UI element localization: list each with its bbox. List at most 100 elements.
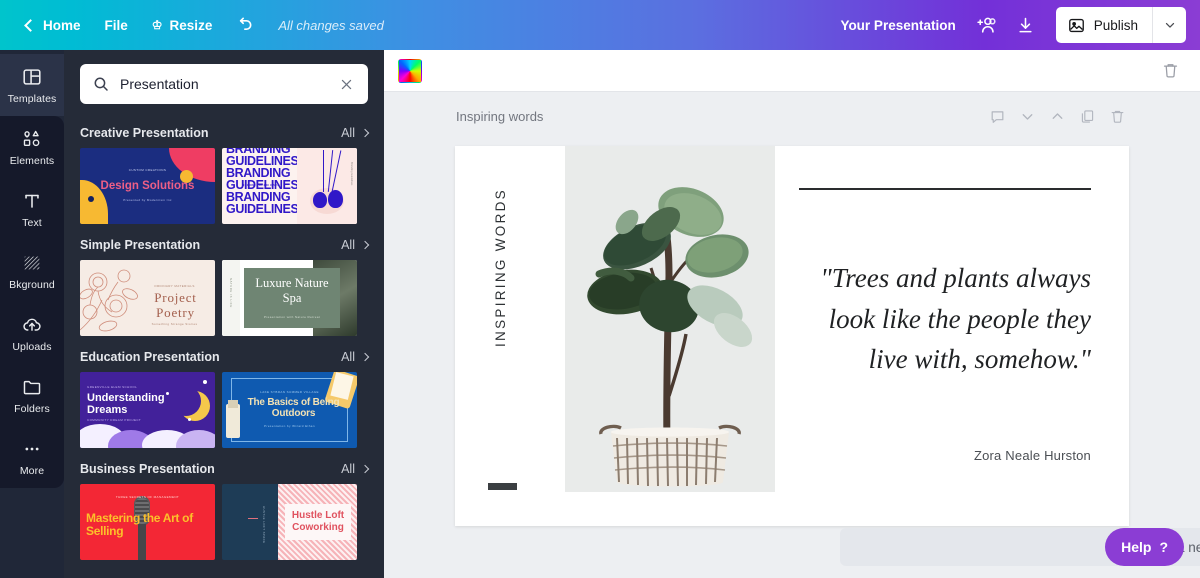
thumbnail-row: GREENVILLE ELEM SCHOOL Understanding Dre…: [80, 372, 368, 448]
thumbnail-footer: Presentation with Nature Retreat: [248, 315, 336, 319]
resize-button[interactable]: ♔ Resize: [140, 11, 225, 40]
sidebar-item-more[interactable]: More: [0, 426, 64, 488]
sidebar-label-templates: Templates: [8, 93, 57, 105]
see-all-label: All: [341, 462, 355, 476]
download-button[interactable]: [1006, 7, 1046, 43]
template-panel: Creative Presentation All CUSTOM CREATIO…: [64, 50, 384, 578]
thumbnail-row: ORDINARY MATERIALS Project Poetry Someth…: [80, 260, 368, 336]
chevron-left-icon: [24, 19, 37, 32]
canvas-area: Inspiring words: [384, 92, 1200, 578]
category-header: Creative Presentation All: [80, 126, 368, 140]
resize-label: Resize: [170, 18, 213, 33]
chevron-right-icon: [361, 465, 369, 473]
category-title: Simple Presentation: [80, 238, 200, 252]
search-box[interactable]: [80, 64, 368, 104]
template-thumbnail[interactable]: BRANDINGGUIDELINESBRANDINGGUIDELINESBRAN…: [222, 148, 357, 224]
sidebar-item-uploads[interactable]: Uploads: [0, 302, 64, 364]
page-title[interactable]: Inspiring words: [456, 109, 543, 124]
plant-photo-illustration: [565, 146, 775, 492]
templates-icon: [21, 66, 43, 88]
publish-button[interactable]: Publish: [1056, 7, 1152, 43]
toolbar-delete-button[interactable]: [1155, 55, 1186, 86]
category-title: Creative Presentation: [80, 126, 209, 140]
slide-author-text[interactable]: Zora Neale Hurston: [785, 448, 1091, 463]
save-status-text: All changes saved: [278, 18, 384, 33]
document-title[interactable]: Your Presentation: [830, 11, 965, 40]
template-category-list[interactable]: Creative Presentation All CUSTOM CREATIO…: [64, 112, 384, 578]
folder-icon: [21, 376, 43, 398]
move-page-up-button[interactable]: [1044, 104, 1070, 128]
publish-button-group: Publish: [1056, 7, 1186, 43]
background-icon: [21, 252, 43, 274]
category-see-all-link[interactable]: All: [341, 462, 368, 476]
undo-arrow-icon: [234, 15, 254, 35]
thumbnail-title: Mastering the Art of Selling: [86, 512, 204, 538]
home-button[interactable]: Home: [14, 11, 93, 40]
file-label: File: [105, 18, 128, 33]
file-menu-button[interactable]: File: [93, 11, 140, 40]
sidebar-label-folders: Folders: [14, 403, 50, 415]
editor-area: Inspiring words: [384, 50, 1200, 578]
thumbnail-title: The Basics of Being Outdoors: [240, 398, 347, 420]
trash-icon: [1161, 61, 1180, 80]
undo-button[interactable]: [224, 8, 264, 42]
add-collaborator-button[interactable]: [966, 7, 1006, 43]
delete-page-button[interactable]: [1104, 104, 1130, 128]
help-button[interactable]: Help ?: [1105, 528, 1184, 566]
close-icon: [339, 77, 354, 92]
thumbnail-title: Luxure Nature Spa: [248, 276, 336, 306]
slide-vertical-label[interactable]: INSPIRING WORDS: [493, 188, 508, 347]
help-label: Help: [1121, 539, 1151, 555]
color-picker-swatch[interactable]: [398, 59, 422, 83]
category-see-all-link[interactable]: All: [341, 126, 368, 140]
category-see-all-link[interactable]: All: [341, 350, 368, 364]
duplicate-icon: [1079, 108, 1096, 125]
search-input[interactable]: [120, 76, 327, 92]
text-icon: [21, 190, 43, 212]
move-page-down-button[interactable]: [1014, 104, 1040, 128]
category-see-all-link[interactable]: All: [341, 238, 368, 252]
slide-canvas[interactable]: INSPIRING WORDS: [455, 146, 1129, 526]
thumbnail-eyebrow: ORDINARY MATERIALS: [140, 284, 209, 288]
sidebar-item-background[interactable]: Bkground: [0, 240, 64, 302]
template-thumbnail[interactable]: GREENVILLE ELEM SCHOOL Understanding Dre…: [80, 372, 215, 448]
template-thumbnail[interactable]: NATURE IS LIFE Luxure Nature Spa Present…: [222, 260, 357, 336]
category-header: Business Presentation All: [80, 462, 368, 476]
see-all-label: All: [341, 126, 355, 140]
thumbnail-eyebrow: BLOOM SALON CAFE: [242, 183, 280, 187]
chevron-right-icon: [361, 241, 369, 249]
slide-divider-rule: [799, 188, 1091, 190]
thumbnail-title: Design Solutions: [80, 180, 215, 192]
sidebar-item-text[interactable]: Text: [0, 178, 64, 240]
thumbnail-footer: Presented by Modernism Inc: [80, 198, 215, 202]
thumbnail-eyebrow: NATURE IS LIFE: [229, 278, 233, 308]
chevron-down-icon: [1163, 18, 1177, 32]
duplicate-page-button[interactable]: [1074, 104, 1100, 128]
category-header: Education Presentation All: [80, 350, 368, 364]
add-collaborator-icon: [975, 14, 997, 36]
sidebar-item-folders[interactable]: Folders: [0, 364, 64, 426]
sidebar-item-elements[interactable]: Elements: [0, 116, 64, 178]
thumbnail-title: Hustle Loft Coworking: [287, 510, 349, 534]
slide-quote-text[interactable]: "Trees and plants always look like the p…: [785, 258, 1091, 380]
template-thumbnail[interactable]: LAKE SYBRAN SUMMER VILLAGE The Basics of…: [222, 372, 357, 448]
template-thumbnail[interactable]: THREE SECRETS OF MANAGEMENT Mastering th…: [80, 484, 215, 560]
sidebar-item-templates[interactable]: Templates: [0, 54, 64, 116]
template-thumbnail[interactable]: ORDINARY MATERIALS Project Poetry Someth…: [80, 260, 215, 336]
see-all-label: All: [341, 350, 355, 364]
chevron-right-icon: [361, 129, 369, 137]
comment-button[interactable]: [984, 104, 1010, 128]
sidebar-label-background: Bkground: [9, 279, 55, 291]
header-left-group: Home File ♔ Resize All changes saved: [0, 8, 384, 42]
more-dots-icon: [21, 438, 43, 460]
see-all-label: All: [341, 238, 355, 252]
home-label: Home: [43, 18, 81, 33]
slide-photo[interactable]: [565, 146, 775, 492]
template-thumbnail[interactable]: HUSTLE LOFT SPACE Hustle Loft Coworking: [222, 484, 357, 560]
thumbnail-title: Branding Guidelines: [350, 162, 353, 185]
publish-dropdown-button[interactable]: [1152, 7, 1186, 43]
thumbnail-row: THREE SECRETS OF MANAGEMENT Mastering th…: [80, 484, 368, 560]
template-thumbnail[interactable]: CUSTOM CREATIONS Design Solutions Presen…: [80, 148, 215, 224]
thumbnail-eyebrow: CUSTOM CREATIONS: [80, 168, 215, 172]
search-clear-button[interactable]: [337, 75, 356, 94]
